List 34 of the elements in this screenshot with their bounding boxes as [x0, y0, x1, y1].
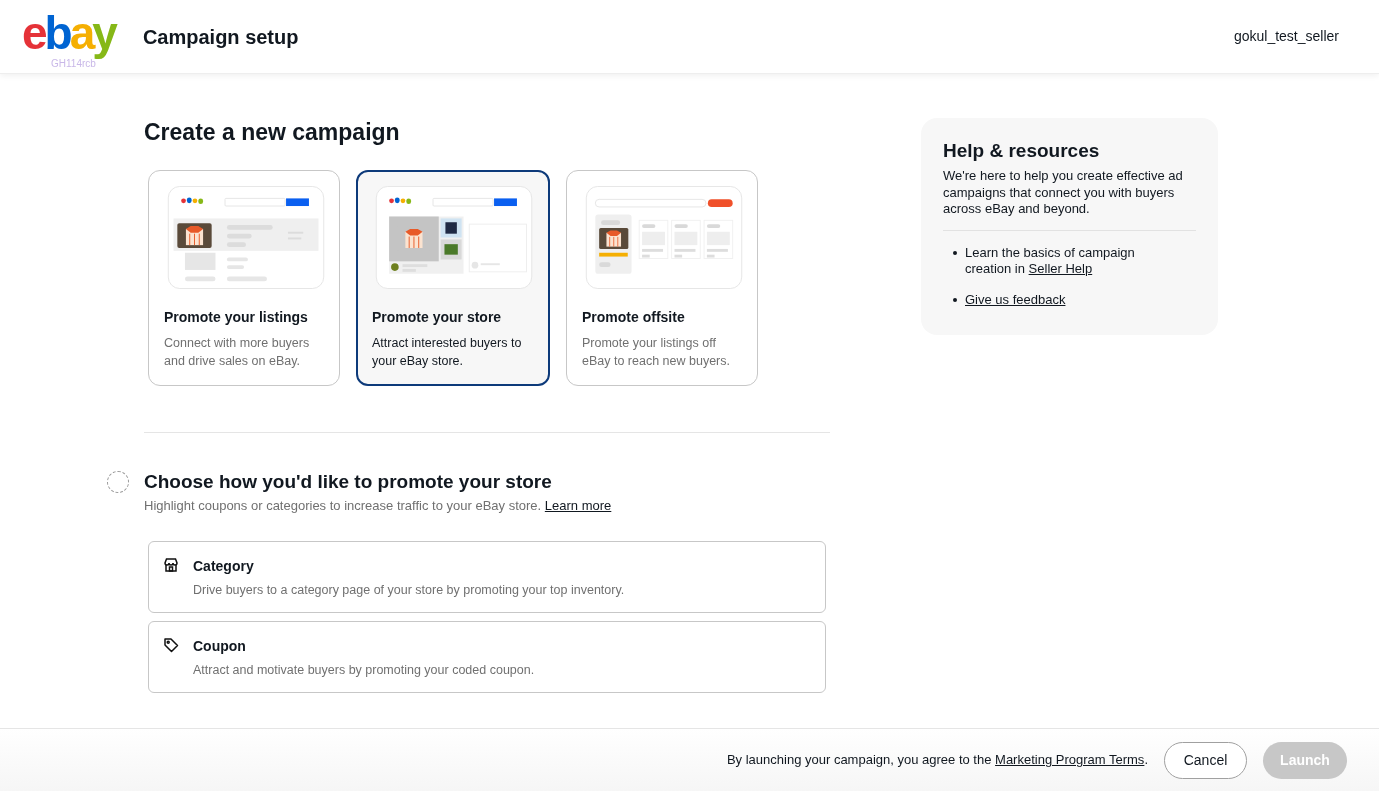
help-title: Help & resources: [943, 140, 1101, 162]
option-description: Attract and motivate buyers by promoting your coded coupon.: [193, 662, 535, 679]
card-description: Promote your listings off eBay to reach new buyers.: [582, 335, 731, 370]
storefront-icon: [163, 557, 179, 573]
promotion-option[interactable]: Category Drive buyers to a category page of your store by promoting your top inventory.: [148, 541, 826, 613]
help-text: Learn the basics of campaign creation in Seller Help: [965, 244, 1136, 278]
option-title: Category: [193, 557, 255, 575]
card-title: Promote your listings: [164, 308, 309, 327]
bullet-icon: [953, 250, 957, 255]
page-title: Campaign setup: [142, 24, 299, 50]
terms-notice: By launching your campaign, you agree to the: [726, 752, 993, 768]
campaign-type-card[interactable]: Promote your store Attract interested buyers to your eBay store.: [356, 170, 550, 386]
bullet-icon: [953, 297, 957, 302]
tag-icon: [163, 637, 179, 653]
terms-period: .: [1144, 752, 1148, 768]
help-link[interactable]: Give us feedback: [965, 291, 1066, 308]
step-subtitle: Highlight coupons or categories to increase traffic to your eBay store.: [144, 498, 542, 513]
promotion-option[interactable]: Coupon Attract and motivate buyers by promoting your coded coupon.: [148, 621, 826, 693]
help-link[interactable]: Seller Help: [1028, 261, 1093, 276]
help-intro: We're here to help you create effective ad campaigns that connect you with buyers across eBay and beyond.: [943, 168, 1184, 218]
step-heading: Choose how you'd like to promote your store: [144, 470, 553, 494]
card-title: Promote your store: [372, 308, 503, 327]
section-heading: Create a new campaign: [144, 118, 401, 146]
ebay-logo[interactable]: ebay: [22, 7, 115, 58]
card-description: Connect with more buyers and drive sales on eBay.: [164, 335, 311, 370]
option-title: Coupon: [193, 637, 247, 655]
card-description: Attract interested buyers to your eBay store.: [372, 335, 523, 370]
campaign-type-card[interactable]: Promote offsite Promote your listings off eBay to reach new buyers.: [566, 170, 758, 386]
option-description: Drive buyers to a category page of your store by promoting your top inventory.: [193, 582, 625, 599]
cancel-button[interactable]: Cancel: [1164, 741, 1247, 779]
card-title: Promote offsite: [582, 308, 686, 327]
campaign-type-card[interactable]: Promote your listings Connect with more buyers and drive sales on eBay.: [148, 170, 340, 386]
username[interactable]: gokul_test_seller: [1233, 26, 1339, 47]
learn-more-link[interactable]: Learn more: [544, 498, 612, 513]
